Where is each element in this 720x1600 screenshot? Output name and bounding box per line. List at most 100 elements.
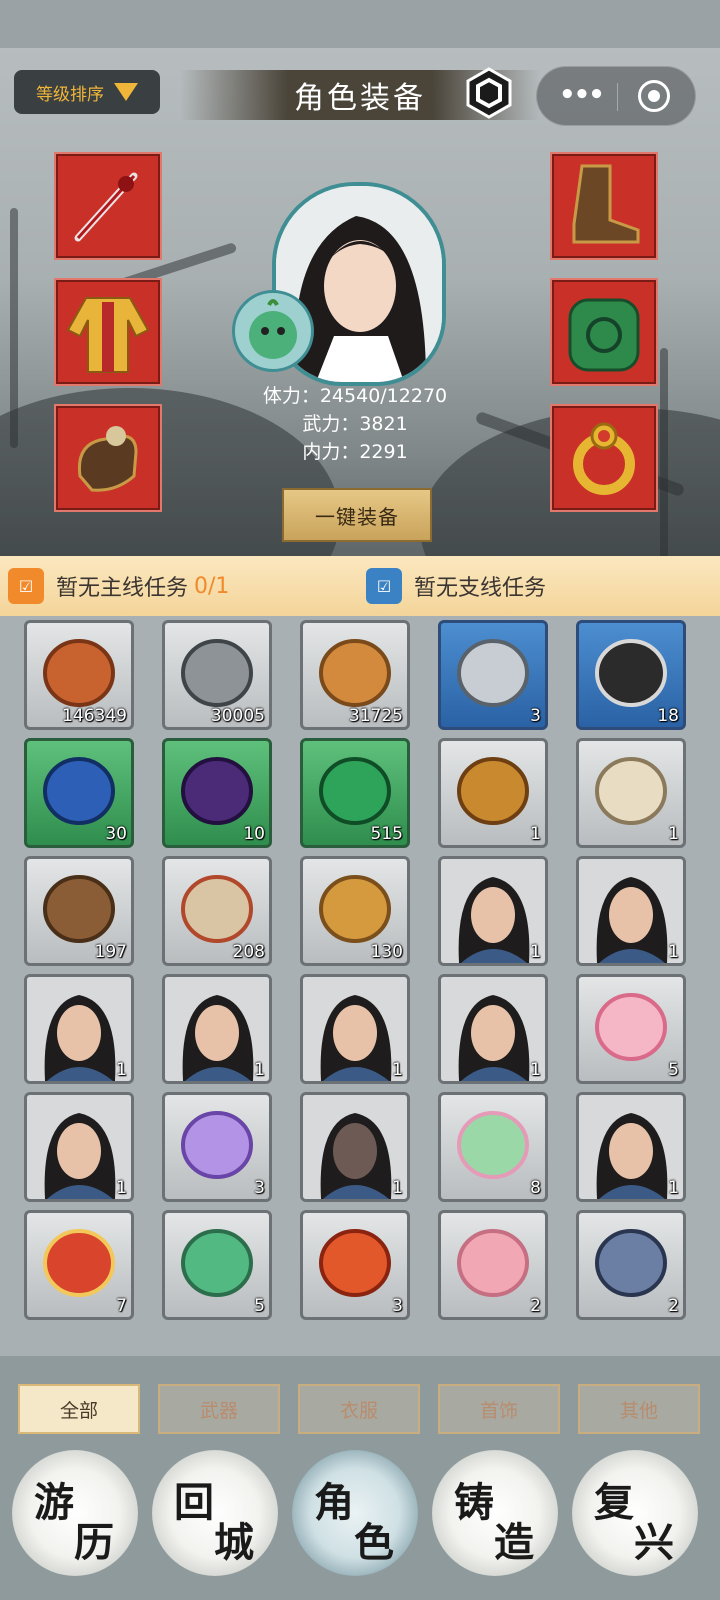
stat-attack: 武力：3821 [302, 413, 408, 435]
inventory-slot[interactable]: 1 [438, 856, 548, 966]
more-dots-icon[interactable]: ••• [559, 82, 605, 108]
nav-char: 色 [354, 1519, 394, 1566]
item-count: 1 [530, 824, 541, 844]
sort-label: 等级排序 [36, 84, 104, 105]
inventory-slot[interactable]: 1 [300, 1092, 410, 1202]
item-count: 30005 [210, 706, 265, 726]
item-count: 5 [254, 1296, 265, 1316]
inventory-slot[interactable]: 3 [300, 1210, 410, 1320]
character-stats: 体力：24540/12270 武力：3821 内力：2291 [230, 382, 480, 466]
inventory-slot[interactable]: 3 [438, 620, 548, 730]
nav-char: 城 [214, 1519, 254, 1566]
inventory-slot[interactable]: 1 [438, 974, 548, 1084]
golden-robe-icon [66, 297, 150, 373]
item-count: 208 [232, 942, 265, 962]
nav-char: 兴 [634, 1519, 674, 1566]
inventory-slot[interactable]: 5 [162, 1210, 272, 1320]
pet-badge[interactable] [232, 290, 314, 372]
item-count: 18 [657, 706, 679, 726]
item-count: 146349 [62, 706, 127, 726]
item-count: 2 [668, 1296, 679, 1316]
inventory-slot[interactable]: 1 [576, 856, 686, 966]
nav-char: 铸 [454, 1479, 494, 1526]
item-count: 1 [530, 1060, 541, 1080]
inventory-slot[interactable]: 7 [24, 1210, 134, 1320]
side-quest[interactable]: ☑ 暂无支线任务 [366, 568, 546, 604]
inventory-slot[interactable]: 31725 [300, 620, 410, 730]
equip-slot-weapon[interactable] [54, 152, 162, 260]
inventory-slot[interactable]: 5 [576, 974, 686, 1084]
inventory-slot[interactable]: 197 [24, 856, 134, 966]
item-count: 1 [116, 1060, 127, 1080]
bottom-nav: 游历 回城 角色 铸造 复兴 [0, 1436, 720, 1600]
jade-amulet-icon [568, 298, 640, 372]
side-quest-label: 暂无支线任务 [414, 576, 547, 601]
hex-settings-icon[interactable] [462, 66, 516, 120]
inventory-slot[interactable]: 2 [438, 1210, 548, 1320]
equip-slot-clothes[interactable] [54, 278, 162, 386]
level-sort-button[interactable]: 等级排序 [14, 70, 160, 114]
inventory-slot[interactable]: 1 [24, 974, 134, 1084]
gauntlet-icon [77, 426, 138, 492]
nav-char: 历 [74, 1519, 114, 1566]
side-quest-checklist-icon: ☑ [366, 568, 402, 604]
stat-inner-power: 内力：2291 [302, 441, 408, 463]
capsule-close-icon[interactable] [638, 80, 670, 112]
tab-all[interactable]: 全部 [18, 1384, 140, 1434]
status-bar [0, 0, 720, 48]
equip-slot-ring[interactable] [550, 404, 658, 512]
tab-jewelry[interactable]: 首饰 [438, 1384, 560, 1434]
gold-ring-icon [573, 422, 635, 495]
nav-char: 复 [594, 1479, 634, 1526]
item-count: 30 [105, 824, 127, 844]
nav-revive[interactable]: 复兴 [572, 1450, 698, 1576]
inventory-slot[interactable]: 30 [24, 738, 134, 848]
inventory-slot[interactable]: 1 [300, 974, 410, 1084]
nav-character[interactable]: 角色 [292, 1450, 418, 1576]
item-count: 8 [530, 1178, 541, 1198]
inventory-slot[interactable]: 515 [300, 738, 410, 848]
tab-other[interactable]: 其他 [578, 1384, 700, 1434]
item-count: 130 [370, 942, 403, 962]
nav-forge[interactable]: 铸造 [432, 1450, 558, 1576]
inventory-slot[interactable]: 1 [576, 1092, 686, 1202]
item-count: 31725 [348, 706, 403, 726]
capsule-divider [617, 83, 618, 111]
item-count: 1 [668, 824, 679, 844]
inventory-slot[interactable]: 1 [576, 738, 686, 848]
nav-travel[interactable]: 游历 [12, 1450, 138, 1576]
item-count: 197 [94, 942, 127, 962]
equip-slot-boots[interactable] [550, 152, 658, 260]
item-count: 7 [116, 1296, 127, 1316]
inventory-slot[interactable]: 10 [162, 738, 272, 848]
equip-slot-gloves[interactable] [54, 404, 162, 512]
item-count: 1 [530, 942, 541, 962]
main-quest[interactable]: ☑ 暂无主线任务 0/1 [8, 568, 229, 604]
item-count: 5 [668, 1060, 679, 1080]
tab-weapons[interactable]: 武器 [158, 1384, 280, 1434]
inventory-slot[interactable]: 3 [162, 1092, 272, 1202]
inventory-slot[interactable]: 30005 [162, 620, 272, 730]
item-count: 1 [254, 1060, 265, 1080]
inventory-slot[interactable]: 208 [162, 856, 272, 966]
item-count: 3 [254, 1178, 265, 1198]
inventory-slot[interactable]: 8 [438, 1092, 548, 1202]
nav-return-city[interactable]: 回城 [152, 1450, 278, 1576]
inventory-slot[interactable]: 1 [24, 1092, 134, 1202]
nav-char: 造 [494, 1519, 534, 1566]
inventory-slot[interactable]: 1 [162, 974, 272, 1084]
item-count: 2 [530, 1296, 541, 1316]
inventory-slot[interactable]: 146349 [24, 620, 134, 730]
nav-char: 游 [34, 1479, 74, 1526]
inventory-slot[interactable]: 130 [300, 856, 410, 966]
inventory-slot[interactable]: 1 [438, 738, 548, 848]
equip-slot-amulet[interactable] [550, 278, 658, 386]
tab-clothes[interactable]: 衣服 [298, 1384, 420, 1434]
inventory-slot[interactable]: 2 [576, 1210, 686, 1320]
equip-all-button[interactable]: 一键装备 [282, 488, 432, 542]
main-quest-label: 暂无主线任务 [56, 576, 189, 601]
item-count: 1 [668, 942, 679, 962]
mini-program-capsule: ••• [536, 66, 696, 126]
boots-icon [572, 164, 640, 244]
inventory-slot[interactable]: 18 [576, 620, 686, 730]
